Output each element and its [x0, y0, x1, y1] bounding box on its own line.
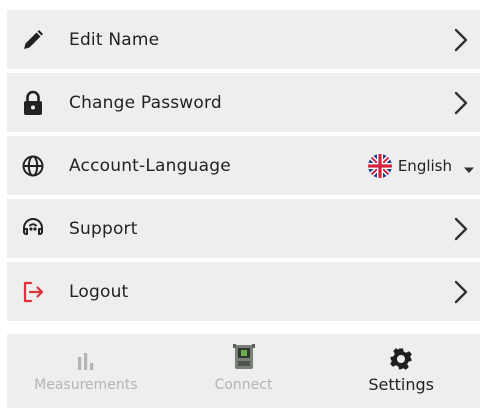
device-icon — [232, 343, 255, 371]
tab-connect[interactable]: Connect — [165, 334, 323, 408]
support-row[interactable]: Support — [7, 199, 480, 258]
chevron-right-icon — [452, 279, 470, 305]
support-label: Support — [69, 218, 138, 239]
caret-down-icon — [464, 161, 474, 173]
account-language-label: Account-Language — [69, 155, 231, 176]
globe-icon — [19, 152, 47, 180]
selected-language: English — [397, 156, 452, 175]
edit-name-label: Edit Name — [69, 29, 160, 50]
language-dropdown[interactable]: English — [367, 150, 474, 182]
pencil-icon — [19, 26, 47, 54]
change-password-row[interactable]: Change Password — [7, 73, 480, 132]
account-language-row: Account-Language English — [7, 136, 480, 195]
tab-settings-label: Settings — [368, 375, 434, 394]
lock-icon — [19, 89, 47, 117]
chevron-right-icon — [452, 27, 470, 53]
chevron-right-icon — [452, 90, 470, 116]
bottom-tab-bar: Measurements Connect Settings — [7, 334, 480, 408]
change-password-label: Change Password — [69, 92, 222, 113]
logout-icon — [19, 278, 47, 306]
uk-flag-icon — [367, 153, 392, 178]
chevron-right-icon — [452, 216, 470, 242]
tab-measurements-label: Measurements — [34, 377, 138, 393]
gear-icon — [389, 343, 413, 371]
tab-measurements[interactable]: Measurements — [7, 334, 165, 408]
settings-menu: Edit Name Change Password Account-Langua… — [7, 10, 480, 325]
tab-connect-label: Connect — [214, 377, 273, 393]
tab-settings[interactable]: Settings — [322, 334, 480, 408]
logout-row[interactable]: Logout — [7, 262, 480, 321]
edit-name-row[interactable]: Edit Name — [7, 10, 480, 69]
bar-chart-icon — [77, 343, 95, 371]
headset-icon — [19, 215, 47, 243]
logout-label: Logout — [69, 281, 129, 302]
